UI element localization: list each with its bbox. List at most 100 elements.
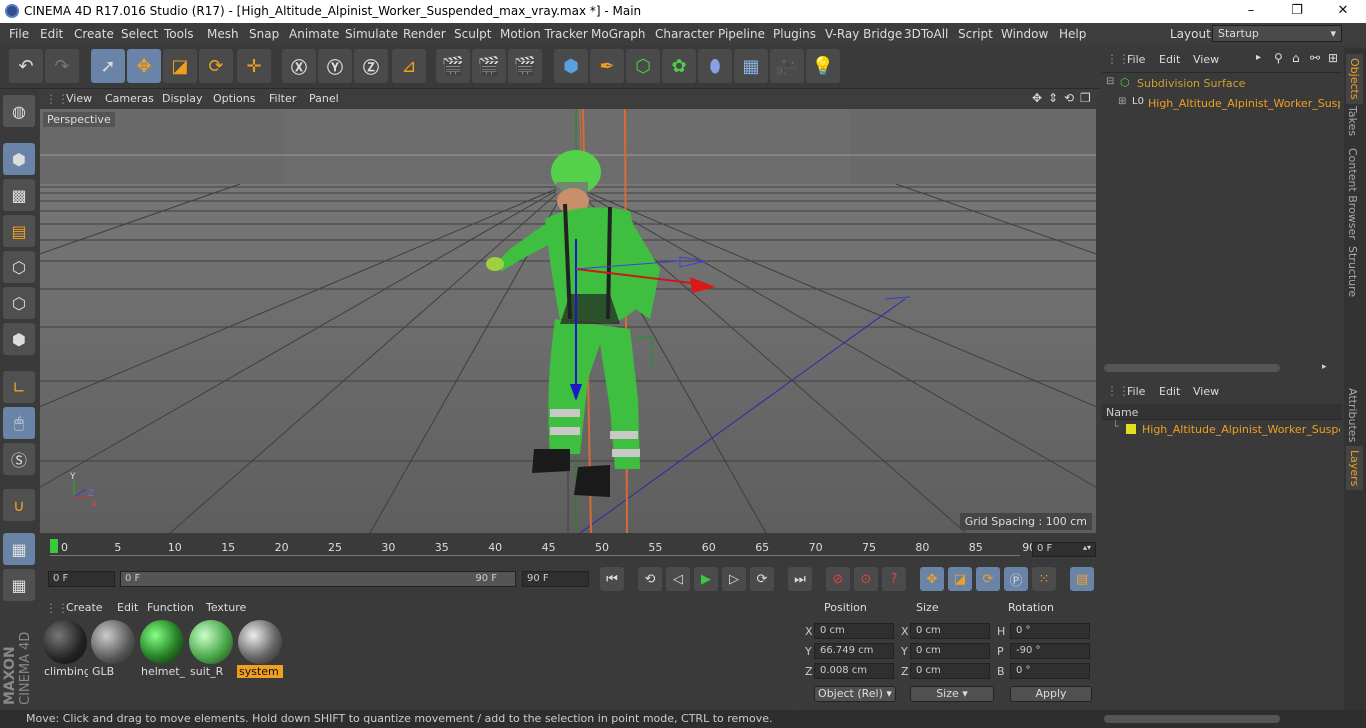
menu-mesh[interactable]: Mesh [207,27,239,41]
render-settings-button[interactable]: 🎬 [508,49,542,83]
new-panel-icon[interactable]: ⊞ [1328,51,1338,65]
vp-menu-display[interactable]: Display [162,92,203,105]
home-icon[interactable]: ⌂ [1292,51,1300,65]
model-mode-button[interactable]: ⬢ [3,143,35,175]
z-axis-button[interactable]: Ⓩ [354,49,388,83]
menu-mograph[interactable]: MoGraph [591,27,646,41]
vp-menu-filter[interactable]: Filter [269,92,296,105]
tab-objects[interactable]: Objects [1346,54,1363,104]
zoom-icon[interactable]: ⇕ [1048,91,1058,105]
material-item[interactable]: climbing [42,619,88,679]
play-button[interactable]: ▶ [694,567,718,591]
menu-pipeline[interactable]: Pipeline [718,27,765,41]
size-x-field[interactable]: 0 cm [910,623,990,639]
deformer-button[interactable]: ⬮ [698,49,732,83]
solo-button[interactable]: Ⓢ [3,443,35,475]
x-axis-button[interactable]: Ⓧ [282,49,316,83]
previous-key-button[interactable]: ⟲ [638,567,662,591]
snap-button[interactable]: ∪ [3,489,35,521]
texture-mode-button[interactable]: ▩ [3,179,35,211]
vp-menu-panel[interactable]: Panel [309,92,339,105]
scroll-right-icon[interactable]: ▸ [1322,362,1327,372]
viewport[interactable]: Y X Z Perspective Grid Spacing : 100 cm [40,109,1096,533]
size-y-field[interactable]: 0 cm [910,643,990,659]
position-x-field[interactable]: 0 cm [814,623,894,639]
y-axis-button[interactable]: Ⓨ [318,49,352,83]
menu-snap[interactable]: Snap [249,27,279,41]
next-key-button[interactable]: ⟳ [750,567,774,591]
workplane-mode-button[interactable]: ▤ [3,215,35,247]
mat-menu-edit[interactable]: Edit [117,601,138,614]
tweak-mode-button[interactable]: 🖱 [3,407,35,439]
timeline-window-button[interactable]: ▤ [1070,567,1094,591]
position-z-field[interactable]: 0.008 cm [814,663,894,679]
material-item-selected[interactable]: system [237,619,283,679]
menu-help[interactable]: Help [1059,27,1086,41]
timeline-ruler[interactable]: 0 5 10 15 20 25 30 35 40 45 50 55 60 65 70 75 80 85 90 0 F… [40,535,1096,563]
material-item[interactable]: helmet_ [139,619,185,679]
start-frame-field[interactable]: 0 F [48,571,115,587]
render-view-button[interactable]: 🎬 [436,49,470,83]
menu-sculpt[interactable]: Sculpt [454,27,491,41]
arrow-right-icon[interactable]: ▸ [1256,52,1261,63]
horizontal-scrollbar[interactable] [1104,364,1280,372]
minimize-button[interactable]: – [1228,0,1274,23]
key-position-button[interactable]: ✥ [920,567,944,591]
layout-dropdown[interactable]: Startup ▾ [1212,25,1342,42]
previous-frame-button[interactable]: ◁ [666,567,690,591]
edges-mode-button[interactable]: ⬡ [3,287,35,319]
rotation-h-field[interactable]: 0 ° [1010,623,1090,639]
pen-spline-button[interactable]: ✒ [590,49,624,83]
tab-attributes[interactable]: Attributes [1346,388,1359,442]
size-mode-dropdown[interactable]: Size ▾ [910,686,994,702]
floor-button[interactable]: ▦ [734,49,768,83]
light-button[interactable]: 💡 [806,49,840,83]
size-z-field[interactable]: 0 cm [910,663,990,679]
maximize-button[interactable]: ❐ [1274,0,1320,23]
object-row[interactable]: ⊞ L0 High_Altitude_Alpinist_Worker_Suspe [1104,96,1340,112]
obj-menu-view[interactable]: View [1193,53,1219,66]
tab-takes[interactable]: Takes [1346,106,1359,136]
key-point-level-button[interactable]: ⁙ [1032,567,1056,591]
keyframe-selection-button[interactable]: ? [882,567,906,591]
maximize-view-icon[interactable]: ❐ [1080,91,1091,105]
viewport-camera-label[interactable]: Perspective [43,112,115,127]
tab-content-browser[interactable]: Content Browser [1346,148,1359,240]
axis-mode-button[interactable]: ∟ [3,371,35,403]
rotation-b-field[interactable]: 0 ° [1010,663,1090,679]
playhead[interactable] [50,539,58,553]
menu-create[interactable]: Create [74,27,114,41]
obj-menu-edit[interactable]: Edit [1159,53,1180,66]
layer-menu-edit[interactable]: Edit [1159,385,1180,398]
subdivision-surface-button[interactable]: ⬡ [626,49,660,83]
menu-file[interactable]: File [9,27,29,41]
scale-tool-button[interactable]: ◪ [163,49,197,83]
name-column[interactable]: Name [1106,406,1138,419]
mat-menu-texture[interactable]: Texture [206,601,246,614]
object-row[interactable]: ⊟ ⬡ Subdivision Surface [1104,76,1340,92]
key-parameter-button[interactable]: Ⓟ [1004,567,1028,591]
workplane-align-button[interactable]: ▦ [3,569,35,601]
layer-color-swatch[interactable] [1126,424,1136,434]
coordinate-system-button[interactable]: ⊿ [392,49,426,83]
menu-simulate[interactable]: Simulate [345,27,398,41]
tab-layers[interactable]: Layers [1346,446,1363,491]
menu-plugins[interactable]: Plugins [773,27,816,41]
render-picture-viewer-button[interactable]: 🎬 [472,49,506,83]
search-icon[interactable]: ⚲ [1274,51,1283,65]
recent-tools-button[interactable]: ✛ [237,49,271,83]
add-cube-button[interactable]: ⬢ [554,49,588,83]
key-rotation-button[interactable]: ⟳ [976,567,1000,591]
menu-3dtoall[interactable]: 3DToAll [904,27,948,41]
points-mode-button[interactable]: ⬡ [3,251,35,283]
end-frame-field[interactable]: 90 F [522,571,589,587]
rotation-p-field[interactable]: -90 ° [1010,643,1090,659]
layer-row[interactable]: └ High_Altitude_Alpinist_Worker_Suspen [1104,420,1340,438]
mat-menu-function[interactable]: Function [147,601,194,614]
move-tool-button[interactable]: ✥ [127,49,161,83]
cloner-button[interactable]: ✿ [662,49,696,83]
autokey-button[interactable]: ⊙ [854,567,878,591]
close-button[interactable]: ✕ [1320,0,1366,23]
current-frame-field[interactable]: 0 F ▴▾ [1032,542,1096,557]
mat-menu-create[interactable]: Create [66,601,103,614]
